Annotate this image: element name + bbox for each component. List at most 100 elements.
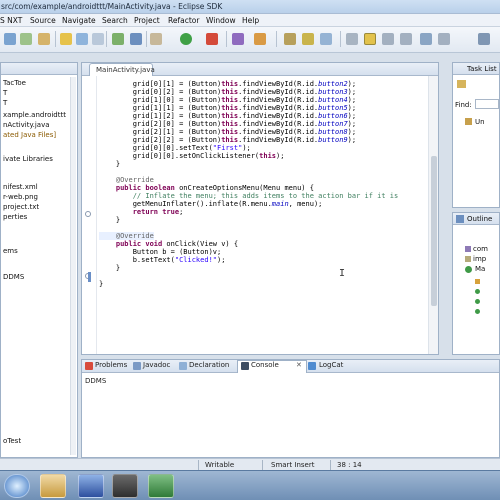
window-title: src/com/example/androidttt/MainActivity.… (1, 2, 223, 11)
folder-icon[interactable] (60, 33, 72, 45)
menu-item-refactor[interactable]: Refactor (168, 16, 199, 25)
tree-item[interactable]: oTest (3, 437, 21, 445)
pin-icon[interactable] (438, 33, 450, 45)
tree-item[interactable]: r-web.png (3, 193, 38, 201)
new-task-icon[interactable] (457, 80, 466, 88)
explorer-app-icon[interactable] (40, 474, 66, 498)
field-icon (475, 279, 480, 284)
status-divider (330, 460, 331, 470)
toolbar-separator (340, 31, 341, 47)
outline-item[interactable]: Ma (475, 265, 485, 273)
package-icon (465, 246, 471, 252)
change-marker (88, 272, 91, 282)
status-writable: Writable (205, 461, 235, 469)
recorder-app-icon[interactable] (148, 474, 174, 498)
editor-tab-mainactivity[interactable]: MainActivity.java (89, 63, 155, 76)
tab-logcat[interactable]: LogCat (319, 361, 343, 369)
find-label: Find: (455, 101, 472, 109)
code-editor: MainActivity.java grid[0][1] = (Button)t… (81, 62, 439, 355)
tree-item[interactable]: T (3, 99, 7, 107)
outline-item[interactable]: com (473, 245, 488, 253)
tree-item[interactable]: DDMS (3, 273, 24, 281)
debug-icon[interactable] (150, 33, 162, 45)
code-line: // Inflate the menu; this adds items to … (132, 192, 399, 200)
open-type-icon[interactable] (254, 33, 266, 45)
status-insert-mode: Smart Insert (271, 461, 315, 469)
package-explorer-tab[interactable] (1, 63, 77, 75)
eclipse-app-icon[interactable] (78, 474, 104, 498)
imports-icon (465, 256, 471, 262)
text-cursor-icon: I (339, 268, 346, 279)
menu-item-help[interactable]: Help (242, 16, 259, 25)
tab-declaration[interactable]: Declaration (189, 361, 229, 369)
tree-item[interactable]: TacToe (3, 79, 26, 87)
method-icon (475, 289, 480, 294)
annotation-icon[interactable] (320, 33, 332, 45)
tree-item[interactable]: nActivity.java (3, 121, 50, 129)
external-tools-icon[interactable] (206, 33, 218, 45)
toolbar-separator (106, 31, 107, 47)
save-icon[interactable] (76, 33, 88, 45)
code-line: grid[0][2] = (Button)this.findViewById(R… (99, 88, 357, 96)
start-button-icon[interactable] (4, 474, 30, 498)
android-sdk-icon[interactable] (4, 33, 16, 45)
outline-icon (456, 215, 464, 223)
menu-item-project[interactable]: Project (134, 16, 160, 25)
package-explorer: TacToe T T xample.androidttt nActivity.j… (0, 62, 78, 458)
outline-item[interactable]: imp (473, 255, 486, 263)
tree-item[interactable]: nifest.xml (3, 183, 38, 191)
editor-scrollbar[interactable] (428, 76, 438, 354)
code-line: grid[0][0].setText("First"); (99, 144, 251, 152)
new-project-icon[interactable] (38, 33, 50, 45)
tree-item[interactable]: T (3, 89, 7, 97)
new-class-icon[interactable] (232, 33, 244, 45)
print-icon[interactable] (92, 33, 104, 45)
code-line: grid[1][0] = (Button)this.findViewById(R… (99, 96, 357, 104)
back-icon[interactable] (346, 33, 358, 45)
scrollbar-thumb[interactable] (431, 156, 437, 306)
console-icon (241, 362, 249, 370)
tree-item[interactable]: xample.androidttt (3, 111, 66, 119)
uncategorized-label[interactable]: Un (475, 118, 485, 126)
category-icon (465, 118, 472, 125)
highlight-toggle-icon[interactable] (364, 33, 376, 45)
fold-marker[interactable] (85, 211, 91, 217)
code-line: public boolean onCreateOptionsMenu(Menu … (115, 184, 314, 192)
toolbar-separator (226, 31, 227, 47)
nxt-app-icon[interactable] (112, 474, 138, 498)
status-divider (198, 460, 199, 470)
tab-javadoc[interactable]: Javadoc (143, 361, 170, 369)
forward-icon[interactable] (382, 33, 394, 45)
pencil-icon[interactable] (302, 33, 314, 45)
menu-item-search[interactable]: Search (102, 16, 128, 25)
explorer-scrollbar[interactable] (70, 77, 76, 455)
perspective-icon[interactable] (478, 33, 490, 45)
tree-item[interactable]: project.txt (3, 203, 39, 211)
menu-item-window[interactable]: Window (206, 16, 236, 25)
class-icon (465, 266, 472, 273)
tab-close-icon[interactable]: ✕ (296, 361, 302, 369)
avd-manager-icon[interactable] (20, 33, 32, 45)
menu-item-source[interactable]: Source (30, 16, 56, 25)
code-line: @Override (99, 232, 154, 240)
tree-item[interactable]: perties (3, 213, 27, 221)
tree-item[interactable]: ivate Libraries (3, 155, 53, 163)
tab-console[interactable]: Console (251, 361, 279, 369)
package-icon[interactable] (130, 33, 142, 45)
code-line: public void onClick(View v) { (115, 240, 239, 248)
check-icon[interactable] (112, 33, 124, 45)
last-edit-icon[interactable] (400, 33, 412, 45)
menu-item-navigate[interactable]: Navigate (62, 16, 96, 25)
tab-problems[interactable]: Problems (95, 361, 127, 369)
menu-item-snxt[interactable]: S NXT (0, 16, 22, 25)
bottom-panel: Problems Javadoc Declaration Console ✕ L… (81, 359, 500, 458)
nav-icon[interactable] (420, 33, 432, 45)
code-line: grid[0][0].setOnClickListener(this); (99, 152, 285, 160)
find-input[interactable] (475, 99, 499, 109)
tree-item[interactable]: ated Java Files] (3, 131, 56, 139)
toolbar-separator (146, 31, 147, 47)
search-icon[interactable] (284, 33, 296, 45)
tree-item[interactable]: ems (3, 247, 18, 255)
code-area[interactable]: grid[0][1] = (Button)this.findViewById(R… (99, 76, 428, 354)
run-icon[interactable] (180, 33, 192, 45)
